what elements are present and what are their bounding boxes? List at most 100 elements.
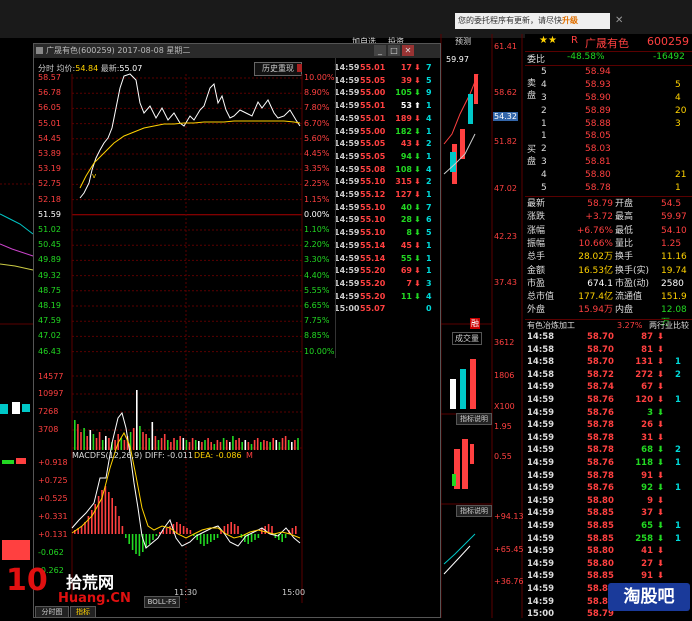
sell-level[interactable]: 2 58.89 20 xyxy=(525,105,692,118)
tab-boll[interactable]: BOLL-FS xyxy=(144,596,180,608)
macd-bar xyxy=(210,534,212,542)
close-window-icon[interactable]: ✕ xyxy=(402,45,414,56)
buy-level[interactable]: 4 58.80 21 xyxy=(525,169,692,182)
volume-bar xyxy=(105,436,107,450)
indicator-explain-button-2[interactable]: 指标说明 xyxy=(456,505,492,517)
tick-volume: 69 xyxy=(400,266,412,276)
tick-price: 58.78 xyxy=(587,420,614,431)
tick-time: 14:59 xyxy=(527,571,555,582)
macd-bar xyxy=(97,496,100,534)
macd-axis-label: +0.525 xyxy=(38,494,68,503)
tick-time: 15:00 xyxy=(527,609,555,620)
tick-volume: 105 xyxy=(395,88,412,98)
arrow-down-icon: ⬇ xyxy=(414,215,421,225)
macd-bar xyxy=(213,534,215,540)
tick-time: 14:59 xyxy=(527,533,555,544)
upgrade-link[interactable]: 升级 xyxy=(562,16,578,25)
arrow-down-icon: ⬇ xyxy=(657,407,665,418)
buy-level[interactable]: 1 58.05 xyxy=(525,130,692,143)
arrow-down-icon: ⬇ xyxy=(657,508,665,519)
tick-volume: 45 xyxy=(400,240,412,250)
vol-axis-1: 10997 xyxy=(38,389,64,398)
tick-row: 14:59 55.08 108 ⬇ 4 xyxy=(334,164,438,176)
tick-price: 58.78 xyxy=(587,445,614,456)
tick-count: 1 xyxy=(426,240,432,250)
stat-row: 金额 16.53亿 换手(实) 19.74 xyxy=(525,265,692,278)
tick-price: 55.10 xyxy=(360,202,386,212)
tick-count: 0 xyxy=(426,304,432,314)
tick-time: 14:59 xyxy=(334,75,360,85)
buy-level[interactable]: 2 58.03 xyxy=(525,143,692,156)
tick-volume: 127 xyxy=(395,190,412,199)
tick-time: 14:59 xyxy=(334,113,360,123)
left-axis-label: 56.78 xyxy=(38,88,61,98)
macd-bar xyxy=(121,526,124,534)
vol-axis-3: 3708 xyxy=(38,425,59,434)
close-icon[interactable]: ✕ xyxy=(615,13,627,29)
sell-level[interactable]: 3 58.90 4 xyxy=(525,92,692,105)
volume-bar xyxy=(210,442,212,450)
tick-time: 15:00 xyxy=(334,304,360,314)
tick-count: 1 xyxy=(675,395,681,405)
minimize-icon[interactable]: _ xyxy=(374,45,386,56)
volume-bar xyxy=(151,422,154,450)
level-price: 58.89 xyxy=(585,106,611,116)
tick-volume: 27 xyxy=(641,558,653,569)
volume-bar xyxy=(148,438,150,450)
stat-label: 最新 xyxy=(527,199,546,209)
industry-compare[interactable]: 两行业比较 xyxy=(649,320,689,331)
tick-time: 14:59 xyxy=(527,395,555,405)
arrow-down-icon: ⬇ xyxy=(657,369,665,380)
left-axis-label: 52.18 xyxy=(38,194,61,204)
arrow-down-icon: ⬇ xyxy=(657,395,665,405)
buy-level[interactable]: 3 58.81 xyxy=(525,156,692,169)
dea-label: DEA: -0.086 xyxy=(194,451,242,460)
tick-volume: 26 xyxy=(641,420,653,431)
watermark-logo-left: 10 拾荒网 Huang.CN xyxy=(2,563,132,611)
tick-row: 14:59 55.10 8 ⬇ 5 xyxy=(334,227,438,239)
forecast-button[interactable]: 预测 xyxy=(455,36,471,47)
tick-price: 58.85 xyxy=(587,533,614,544)
bg-price-5: 37.43 xyxy=(494,278,517,287)
update-notice[interactable]: 您的委托程序有更新，请尽快升级 xyxy=(455,13,610,29)
macd-bar xyxy=(114,506,117,534)
tick-time: 14:59 xyxy=(334,278,360,288)
level-price: 58.80 xyxy=(585,170,611,180)
tick-count: 2 xyxy=(426,139,432,149)
arrow-down-icon: ⬇ xyxy=(414,228,421,238)
stat-value: 151.9 xyxy=(661,292,687,303)
volume-bar xyxy=(92,434,95,450)
sell-level[interactable]: 5 58.94 xyxy=(525,66,692,79)
volume-bar xyxy=(120,438,123,450)
tick-count: 1 xyxy=(675,458,681,468)
star-icon[interactable]: ★★ xyxy=(539,35,557,46)
weicha-value: -16492 xyxy=(653,52,685,62)
maximize-icon[interactable]: □ xyxy=(388,45,400,56)
right-axis-label: 8.90% xyxy=(304,88,330,98)
tick-row: 14:59 55.20 69 ⬇ 1 xyxy=(334,265,438,277)
window-titlebar[interactable]: 广晟有色(600259) 2017-08-08 星期二 _ □ ✕ xyxy=(34,44,440,58)
macd-bar xyxy=(108,492,110,534)
bg-price-4: 42.23 xyxy=(494,232,517,241)
stat-label: 量比 xyxy=(615,238,634,249)
indicator-explain-button[interactable]: 指标说明 xyxy=(456,413,492,425)
right-axis-label: 7.80% xyxy=(304,103,330,113)
arrow-down-icon: ⬇ xyxy=(657,432,665,443)
left-axis-label: 53.89 xyxy=(38,149,61,158)
industry-row[interactable]: 有色冶炼加工 3.27% 两行业比较 xyxy=(525,319,692,331)
tick-count: 6 xyxy=(426,215,432,225)
tick-time: 14:58 xyxy=(527,344,555,355)
level-num: 3 xyxy=(541,93,547,103)
sell-level[interactable]: 4 58.93 5 xyxy=(525,79,692,92)
tick-volume: 53 xyxy=(400,101,412,111)
stat-value: 674.1 xyxy=(587,278,613,289)
volume-indicator-label[interactable]: 成交量 xyxy=(452,332,482,345)
tick-volume: 65 xyxy=(641,521,653,531)
timeshare-window[interactable]: 广晟有色(600259) 2017-08-08 星期二 _ □ ✕ 分时 均价:… xyxy=(33,43,441,618)
tick-price: 58.76 xyxy=(587,483,614,494)
volume-bar xyxy=(263,440,265,450)
panel-tick-row: 14:59 58.78 68 ⬇ 2 xyxy=(525,444,692,457)
tick-time: 14:59 xyxy=(334,126,360,136)
macd-axis-label: +0.918 xyxy=(38,458,68,467)
buy-level[interactable]: 5 58.78 1 xyxy=(525,182,692,195)
